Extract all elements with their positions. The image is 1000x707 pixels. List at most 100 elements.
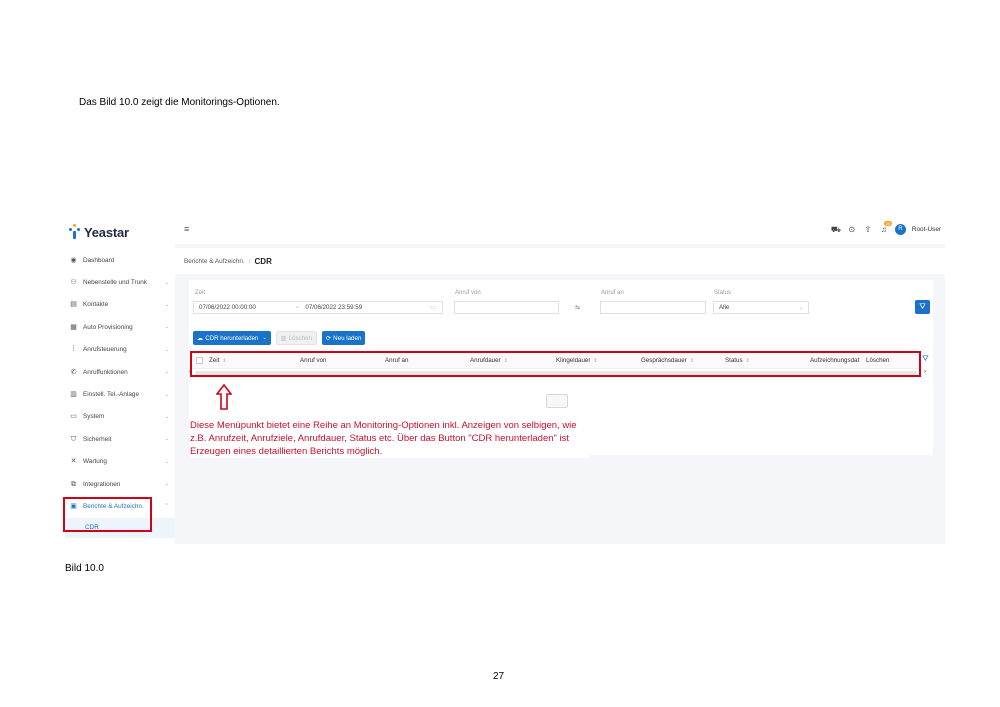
scroll-right-icon[interactable]: ›	[924, 369, 926, 375]
chevron-icon: ⌃	[164, 503, 169, 510]
chevron-icon: ⌄	[164, 458, 169, 465]
status-select[interactable]: Alle ⌄	[713, 301, 809, 314]
breadcrumb-parent[interactable]: Berichte & Aufzeichn.	[184, 258, 245, 265]
cdr-download-label: CDR herunterladen	[205, 334, 259, 342]
empty-inbox-icon	[546, 394, 568, 408]
chevron-down-icon: ⌄	[262, 335, 267, 341]
contacts-icon: ▤	[70, 301, 77, 309]
user-menu[interactable]: Root-User	[912, 226, 941, 233]
sidebar-item-label: Dashboard	[83, 256, 115, 264]
figure-caption: Bild 10.0	[65, 563, 104, 574]
top-icons: ⛟ ⊙ ⇧ ♫ 10 R Root-User	[831, 221, 941, 235]
logo: Yeastar	[68, 224, 129, 240]
chevron-icon: ⌄	[164, 436, 169, 443]
sidebar-item-label: Sicherheit	[83, 435, 112, 443]
call-from-label: Anruf von	[455, 290, 481, 296]
time-filter-label: Zeit	[195, 290, 206, 296]
time-range-field[interactable]: 07/06/2022 00:00:00 ~ 07/06/2022 23:59:5…	[193, 301, 443, 314]
wrench-icon: ✕	[70, 458, 77, 466]
sidebar-nav: ◉ Dashboard ⚇ Nebenstelle und Trunk ⌄ ▤ Kontak…	[65, 249, 175, 538]
system-icon: ▭	[70, 413, 77, 421]
dashboard-icon: ◉	[70, 256, 77, 264]
swap-icon[interactable]: ⇆	[575, 304, 580, 311]
upload-icon[interactable]: ⇧	[863, 225, 873, 234]
sidebar-item[interactable]: ⛉ Sicherheit ⌄	[65, 428, 175, 450]
sidebar-item[interactable]: ⁞ Anrufsteuerung ⌄	[65, 339, 175, 361]
chevron-icon: ⌄	[164, 391, 169, 398]
delete-button[interactable]: ▥ Löschen	[275, 331, 317, 345]
trash-icon: ▥	[280, 334, 287, 342]
shield-icon: ⛉	[70, 435, 77, 443]
sidebar-item[interactable]: ⧉ Integrationen ⌄	[65, 473, 175, 495]
sidebar-item-label: Auto Provisioning	[83, 323, 133, 331]
sidebar-item-label: Kontakte	[83, 301, 109, 309]
sidebar-item-label: Integrationen	[83, 480, 121, 488]
sidebar-item[interactable]: ⚇ Nebenstelle und Trunk ⌄	[65, 271, 175, 293]
avatar[interactable]: R	[894, 224, 906, 235]
chevron-icon: ⌄	[164, 301, 169, 308]
column-filter-icon[interactable]: ⛛	[922, 354, 929, 364]
sidebar-item-label: Nebenstelle und Trunk	[83, 279, 147, 287]
help-icon[interactable]: ⊙	[847, 225, 857, 234]
chevron-icon: ⌄	[164, 369, 169, 376]
time-start-value: 07/06/2022 00:00:00	[199, 304, 256, 311]
breadcrumb-separator: /	[248, 257, 251, 265]
menu-highlight-box	[63, 497, 152, 532]
sidebar-item-label: Anrufsteuerung	[83, 346, 127, 354]
top-bar: ≡ ⛟ ⊙ ⇧ ♫ 10 R Root-User	[175, 218, 945, 244]
table-highlight-box	[190, 351, 921, 377]
phone-icon: ✆	[70, 368, 77, 376]
time-range-separator: ~	[295, 304, 300, 311]
sidebar-item[interactable]: ◉ Dashboard	[65, 249, 175, 271]
page-number: 27	[493, 671, 505, 682]
chevron-icon: ⌄	[164, 279, 169, 286]
page-title: CDR	[254, 256, 272, 266]
menu-toggle-icon[interactable]: ≡	[184, 224, 189, 234]
call-to-label: Anruf an	[601, 290, 624, 296]
call-from-input[interactable]	[454, 301, 559, 314]
status-label: Status	[714, 290, 732, 296]
handshake-icon[interactable]: ⛟	[831, 225, 841, 235]
sidebar-item-label: Anruffunktionen	[83, 368, 128, 376]
settings-icon: ▥	[70, 391, 77, 399]
action-buttons: ☁ CDR herunterladen ⌄ ▥ Löschen ⟳ Neu la…	[193, 331, 366, 345]
time-end-value: 07/06/2022 23:59:59	[305, 304, 363, 311]
status-selected-value: Alle	[719, 304, 730, 311]
integration-icon: ⧉	[71, 480, 76, 488]
filter-icon: ⛛	[919, 302, 926, 311]
cloud-download-icon: ☁	[197, 334, 204, 342]
chevron-icon: ⌄	[164, 481, 169, 488]
sidebar-item[interactable]: ✕ Wartung ⌄	[65, 451, 175, 473]
logo-text: Yeastar	[84, 224, 129, 240]
arrow-up-icon	[216, 384, 232, 410]
sidebar-item[interactable]: ▭ System ⌄	[65, 406, 175, 428]
sidebar-item-label: Wartung	[83, 458, 107, 466]
notification-icon[interactable]: ♫ 10	[879, 221, 893, 234]
chevron-icon: ⌄	[164, 324, 169, 331]
sidebar-item-label: System	[83, 413, 105, 421]
sidebar-item-label: Einstell. Tel.-Anlage	[83, 391, 140, 399]
call-control-icon: ⁞	[72, 346, 75, 354]
sidebar-item[interactable]: ▥ Einstell. Tel.-Anlage ⌄	[65, 383, 175, 405]
main-area: ≡ ⛟ ⊙ ⇧ ♫ 10 R Root-User Berichte & Aufze…	[175, 218, 945, 544]
screenshot: Yeastar ◉ Dashboard ⚇ Nebenstelle und Trunk…	[65, 218, 945, 544]
sidebar-item[interactable]: ▦ Auto Provisioning ⌄	[65, 316, 175, 338]
chevron-down-icon: ⌄	[798, 304, 803, 311]
annotation-text: Diese Menüpunkt bietet eine Reihe an Mon…	[190, 419, 590, 458]
sidebar-item[interactable]: ▤ Kontakte ⌄	[65, 294, 175, 316]
reload-button[interactable]: ⟳ Neu laden	[321, 331, 366, 345]
refresh-icon: ⟳	[325, 334, 332, 342]
chevron-icon: ⌄	[164, 413, 169, 420]
yeastar-logo-icon	[68, 224, 82, 240]
reload-label: Neu laden	[333, 334, 362, 342]
call-to-input[interactable]	[600, 301, 706, 314]
users-icon: ⚇	[70, 279, 77, 287]
cdr-download-button[interactable]: ☁ CDR herunterladen ⌄	[193, 331, 271, 345]
breadcrumb: Berichte & Aufzeichn. / CDR	[175, 248, 945, 274]
document-intro-text: Das Bild 10.0 zeigt die Monitorings-Opti…	[79, 97, 280, 108]
filter-button[interactable]: ⛛	[915, 300, 930, 314]
sidebar-item[interactable]: ✆ Anruffunktionen ⌄	[65, 361, 175, 383]
delete-label: Löschen	[288, 334, 312, 342]
calendar-icon: ▭	[430, 304, 436, 311]
notification-badge: 10	[883, 221, 893, 226]
